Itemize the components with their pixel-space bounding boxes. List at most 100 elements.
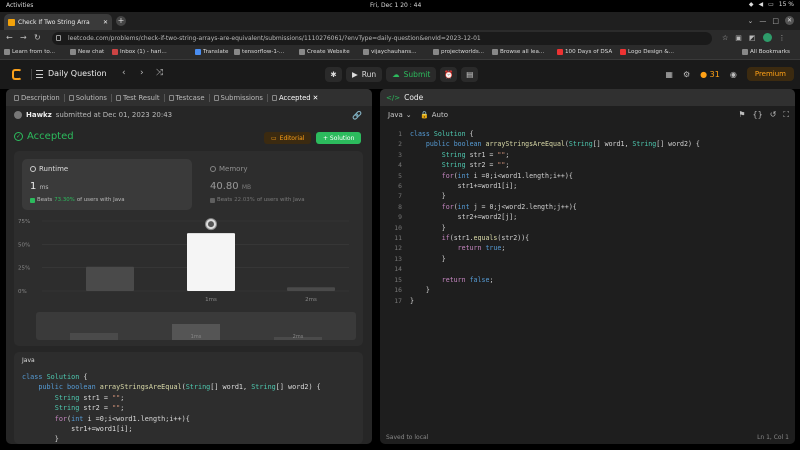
extension-puzzle-icon[interactable]: ◩	[749, 34, 756, 42]
editor-tab[interactable]: </> Code	[386, 93, 423, 102]
runtime-overview-chart[interactable]: 1ms 2ms	[36, 312, 356, 340]
close-tab-icon[interactable]: ✕	[103, 19, 108, 26]
tab-testcase[interactable]: Testcase	[165, 94, 209, 102]
folder-icon	[492, 49, 498, 55]
code-icon: </>	[386, 93, 401, 102]
next-problem-icon[interactable]: ›	[140, 68, 144, 78]
bookmark-item[interactable]: Logo Design &...	[620, 49, 674, 55]
chart-bar[interactable]	[86, 266, 134, 291]
bookmark-item[interactable]: Learn from to...	[4, 49, 55, 55]
bookmarks-bar: Learn from to... New chat Inbox (1) - ha…	[0, 47, 800, 60]
auto-mode-toggle[interactable]: 🔒 Auto	[420, 108, 448, 122]
translate-icon	[195, 49, 201, 55]
bookmark-item[interactable]: New chat	[70, 49, 104, 55]
streak-counter[interactable]: ● 31	[700, 70, 720, 79]
volume-icon: ◀	[758, 1, 764, 8]
leetcode-logo-icon[interactable]	[12, 69, 22, 80]
reset-icon[interactable]: ↺	[770, 110, 777, 120]
tab-submissions[interactable]: Submissions	[210, 94, 267, 102]
x-tick-label: 1ms	[205, 297, 217, 303]
left-panel: Description Solutions Test Result Testca…	[6, 89, 372, 444]
layout-icon[interactable]: ▦	[665, 70, 673, 79]
activities-button[interactable]: Activities	[6, 2, 33, 9]
leetcode-header: Daily Question ‹ › ⤨ ✱ ▶ Run ☁ Submit ⏰ ▤ …	[0, 60, 800, 89]
tab-accepted[interactable]: Accepted ✕	[268, 94, 322, 102]
notes-button[interactable]: ▤	[461, 67, 479, 82]
system-clock[interactable]: Fri, Dec 1 20 : 44	[370, 2, 421, 9]
language-select[interactable]: Java ⌄	[388, 108, 412, 122]
flask-icon	[68, 94, 74, 101]
tab-search-icon[interactable]: ⌄	[748, 17, 754, 25]
runtime-card[interactable]: Runtime 1 ms Beats 73.30% of users with Ja…	[22, 159, 192, 210]
maximize-icon[interactable]: □	[772, 17, 779, 25]
folder-icon	[433, 49, 439, 55]
new-tab-button[interactable]: +	[116, 16, 126, 26]
bookmark-icon[interactable]: ⚑	[738, 110, 745, 120]
daily-question-link[interactable]: Daily Question	[48, 69, 107, 78]
bookmark-item[interactable]: Translate	[195, 49, 228, 55]
share-link-icon[interactable]: 🔗	[352, 111, 362, 120]
prev-problem-icon[interactable]: ‹	[122, 68, 126, 78]
bookmark-item[interactable]: vijaychauhans...	[363, 49, 417, 55]
github-icon	[299, 49, 305, 55]
line-numbers: 1 2 3 4 5 6 7 8 9 10 11 12 13 14 15 16 1…	[394, 130, 402, 305]
close-tab-icon[interactable]: ✕	[313, 94, 319, 102]
bookmark-item[interactable]: Inbox (1) - hari...	[112, 49, 167, 55]
profile-avatar[interactable]	[762, 33, 772, 42]
premium-button[interactable]: Premium	[746, 67, 794, 81]
debug-button[interactable]: ✱	[325, 67, 342, 82]
username[interactable]: Hawkz	[26, 111, 52, 119]
browser-toolbar: ← → ↻ leetcode.com/problems/check-if-two…	[0, 30, 800, 47]
x-tick-label: 2ms	[305, 297, 317, 303]
memory-card[interactable]: Memory 40.80 MB Beats 22.03% of users with…	[202, 159, 352, 210]
format-braces-icon[interactable]: {}	[753, 110, 763, 120]
tab-description[interactable]: Description	[10, 94, 64, 102]
bookmark-item[interactable]: Browse all lea...	[492, 49, 544, 55]
menu-icon[interactable]: ⋮	[779, 34, 786, 42]
all-bookmarks[interactable]: All Bookmarks	[742, 49, 790, 55]
problem-list-icon[interactable]	[36, 70, 43, 78]
run-button[interactable]: ▶ Run	[346, 67, 383, 82]
chart-bar[interactable]	[187, 233, 235, 291]
minimize-icon[interactable]: —	[759, 17, 766, 25]
fullscreen-icon[interactable]: ⛶	[783, 110, 789, 120]
editorial-button[interactable]: ▭ Editorial	[264, 132, 312, 144]
system-tray[interactable]: ◆ ◀ ▭ 15 %	[749, 1, 794, 8]
back-icon[interactable]: ←	[6, 33, 13, 42]
user-avatar[interactable]: ◉	[730, 70, 737, 79]
note-icon: ▤	[466, 70, 474, 79]
bookmark-item[interactable]: 100 Days of DSA	[557, 49, 612, 55]
bookmark-star-icon[interactable]: ☆	[722, 34, 728, 42]
address-bar[interactable]: leetcode.com/problems/check-if-two-strin…	[52, 32, 712, 45]
network-icon: ◆	[748, 1, 754, 8]
submitted-code[interactable]: class Solution { public boolean arrayStr…	[22, 372, 321, 444]
extension-icon[interactable]: ▣	[735, 34, 742, 42]
history-icon	[213, 94, 219, 101]
tab-solutions[interactable]: Solutions	[65, 94, 111, 102]
forward-icon[interactable]: →	[20, 33, 27, 42]
youtube-icon	[620, 49, 626, 55]
bookmark-item[interactable]: projectworlds...	[433, 49, 484, 55]
browser-tab[interactable]: Check If Two String Arra ✕	[4, 14, 112, 30]
avatar[interactable]	[14, 111, 22, 119]
runtime-distribution-chart: 0% 25% 50% 75% 1ms 2ms	[18, 218, 349, 303]
chart-bar[interactable]	[287, 287, 335, 291]
mini-tick-label: 1ms	[191, 334, 202, 340]
close-window-icon[interactable]: ✕	[785, 16, 794, 25]
solution-button[interactable]: + Solution	[316, 132, 362, 144]
settings-icon[interactable]: ⚙	[683, 70, 690, 79]
tab-title: Check If Two String Arra	[18, 18, 90, 26]
stats-box: Runtime 1 ms Beats 73.30% of users with Ja…	[14, 151, 363, 346]
site-info-icon[interactable]	[56, 35, 61, 41]
memory-label: Memory	[210, 165, 247, 173]
code-editor[interactable]: class Solution { public boolean arrayStr…	[410, 129, 700, 306]
reload-icon[interactable]: ↻	[34, 33, 41, 42]
submit-button[interactable]: ☁ Submit	[386, 67, 437, 82]
timer-button[interactable]: ⏰	[440, 67, 458, 82]
tab-test-result[interactable]: Test Result	[112, 94, 164, 102]
shuffle-icon[interactable]: ⤨	[156, 68, 163, 78]
bookmark-item[interactable]: tensorflow-1-...	[234, 49, 284, 55]
terminal-icon	[115, 94, 121, 101]
y-tick-label: 50%	[18, 242, 30, 248]
bookmark-item[interactable]: Create Website	[299, 49, 350, 55]
